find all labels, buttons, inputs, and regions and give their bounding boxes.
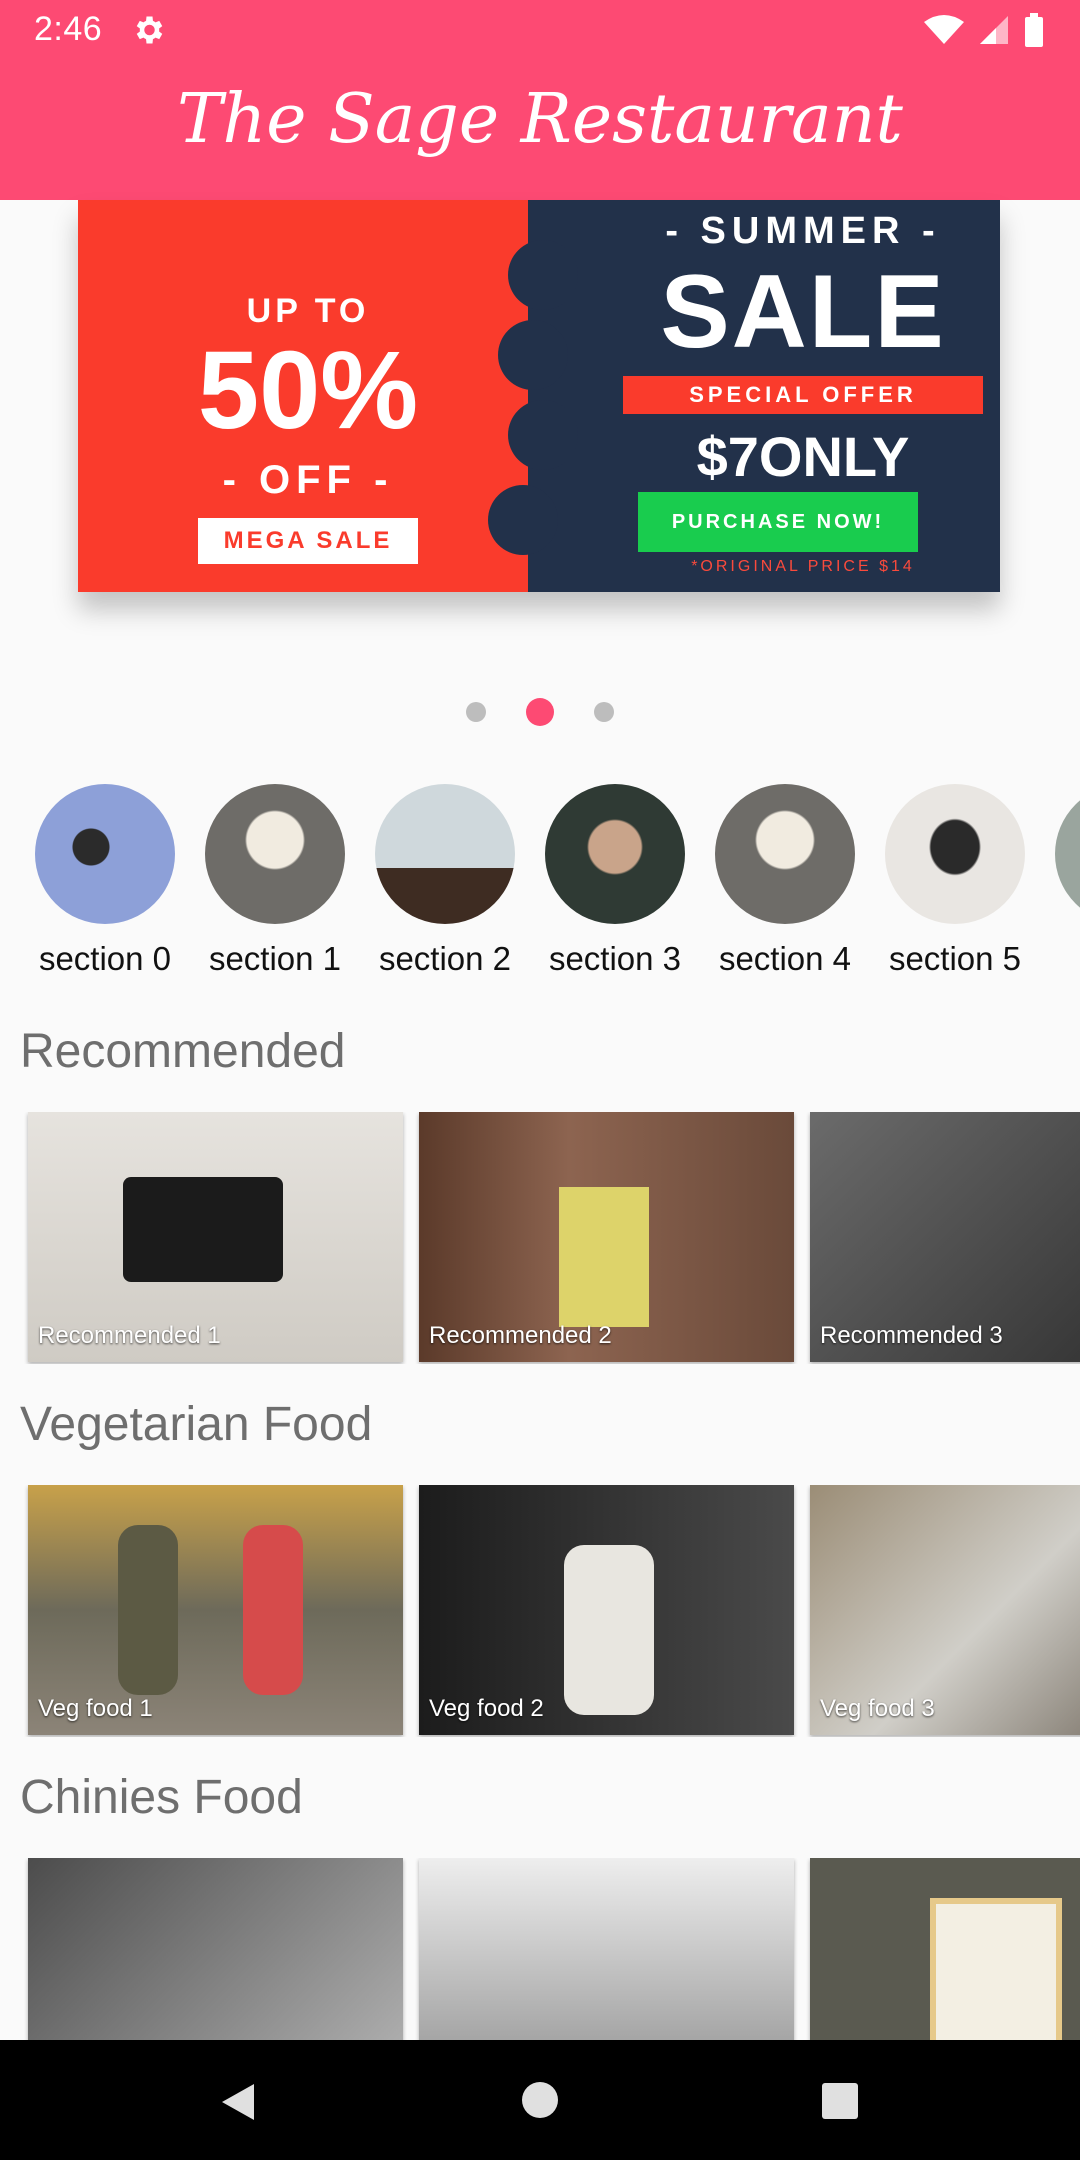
card-image-detail [243,1525,303,1695]
carousel-dot[interactable] [466,702,486,722]
section-label: section 2 [378,940,512,977]
category-title-recommended: Recommended [20,1025,346,1078]
category-title-vegetarian: Vegetarian Food [20,1398,373,1451]
banner-original-price: *ORIGINAL PRICE $14 [691,558,915,575]
carousel-dot-active[interactable] [526,698,554,726]
banner-price: $7ONLY [696,425,910,488]
food-card[interactable]: Recommended 1 [28,1112,403,1362]
status-icons [924,12,1044,48]
section-item[interactable]: section 0 [20,784,190,978]
section-label: section 5 [888,940,1022,977]
settings-gear-icon [136,16,163,44]
battery-icon [1025,13,1043,47]
section-thumbnail [205,784,345,924]
carousel-indicator [0,698,1080,726]
status-time: 2:46 [34,10,103,48]
banner-sale: SALE [660,254,946,370]
section-item[interactable]: section 5 [870,784,1040,978]
section-thumbnail [1055,784,1080,924]
back-icon[interactable] [218,2082,258,2122]
app-title: The Sage Restaurant [177,80,903,159]
section-thumbnail [715,784,855,924]
banner-special-offer: SPECIAL OFFER [623,376,983,414]
card-image-detail [559,1187,649,1327]
category-row-vegetarian: Veg food 1 Veg food 2 Veg food 3 [0,1485,1080,1737]
section-item[interactable]: section 2 [360,784,530,978]
wifi-icon [924,15,964,44]
promo-banner[interactable]: UP TO 50% - OFF - MEGA SALE - SUMMER - S… [78,200,1000,592]
banner-wave-shape [508,400,578,470]
section-thumbnail [885,784,1025,924]
banner-wave-shape [488,485,558,555]
banner-upto: UP TO [246,292,370,330]
banner-purchase-button[interactable]: PURCHASE NOW! [638,492,918,552]
section-label: section 3 [548,940,682,977]
food-card[interactable]: Recommended 3 [810,1112,1080,1362]
section-label: section 1 [208,940,342,977]
section-label: section 0 [38,940,172,977]
food-card-caption: Recommended 1 [38,1322,221,1349]
section-thumbnail [35,784,175,924]
status-bar: 2:46 [0,0,1080,60]
section-item[interactable]: s [1040,784,1080,978]
banner-off: - OFF - [222,458,394,502]
banner-mega-sale: MEGA SALE [198,518,418,564]
app-bar: 2:46 The Sage Restaurant [0,0,1080,200]
food-card[interactable]: Veg food 3 [810,1485,1080,1735]
banner-summer: - SUMMER - [665,210,941,252]
food-card-caption: Recommended 2 [429,1322,612,1349]
food-card[interactable]: Veg food 2 [419,1485,794,1735]
section-item[interactable]: section 3 [530,784,700,978]
section-thumbnail [375,784,515,924]
home-icon[interactable] [522,2082,558,2118]
cell-signal-icon [980,16,1008,44]
food-card[interactable]: Veg food 1 [28,1485,403,1735]
system-nav-bar [0,2040,1080,2160]
banner-wave-shape [508,240,578,310]
section-list: section 0 section 1 section 2 section 3 … [0,784,1080,984]
section-label: section 4 [718,940,852,977]
banner-percent: 50% [197,329,419,452]
food-card-caption: Veg food 3 [820,1695,935,1722]
section-item[interactable]: section 1 [190,784,360,978]
card-image-detail [123,1177,283,1282]
recents-icon[interactable] [822,2083,858,2119]
section-item[interactable]: section 4 [700,784,870,978]
food-card-caption: Recommended 3 [820,1322,1003,1349]
carousel-dot[interactable] [594,702,614,722]
section-label: s [1040,940,1080,978]
category-title-chinies: Chinies Food [20,1771,303,1824]
section-thumbnail [545,784,685,924]
card-image-detail [118,1525,178,1695]
category-row-recommended: Recommended 1 Recommended 2 Recommended … [0,1112,1080,1364]
food-card-caption: Veg food 2 [429,1695,544,1722]
card-image-detail [564,1545,654,1715]
food-card[interactable]: Recommended 2 [419,1112,794,1362]
banner-wave-shape [498,320,568,390]
food-card-caption: Veg food 1 [38,1695,153,1722]
